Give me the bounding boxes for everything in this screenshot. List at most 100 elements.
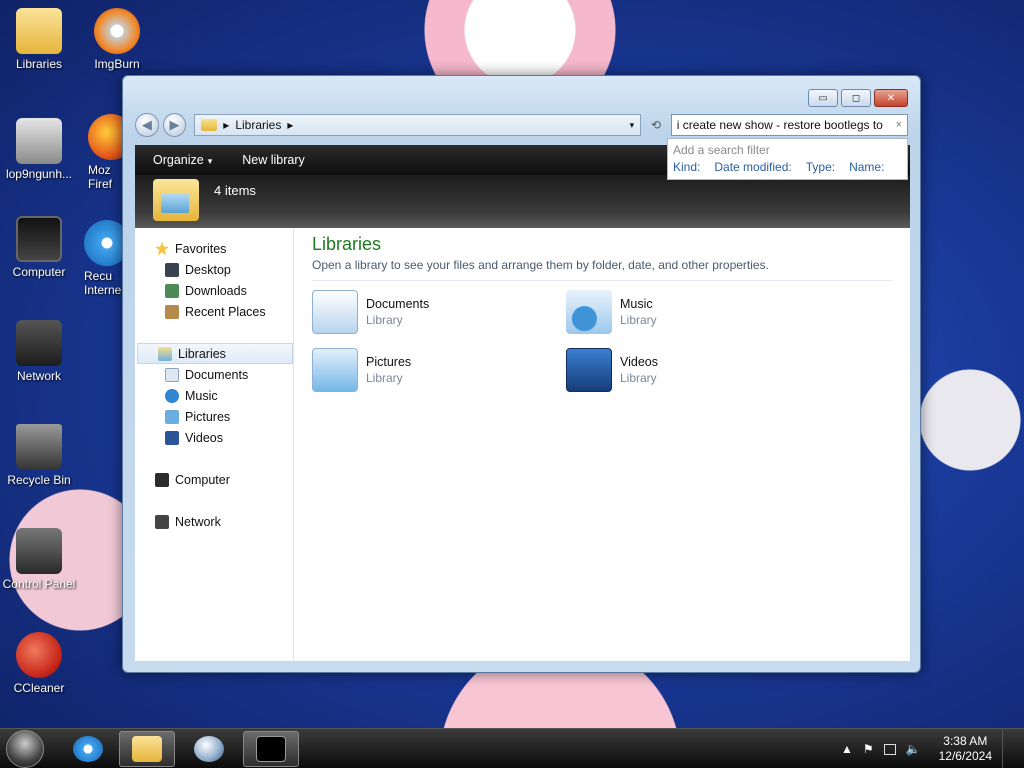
library-name: Videos xyxy=(620,355,658,369)
recycle-bin-icon xyxy=(16,424,62,470)
music-library-icon xyxy=(566,290,612,334)
desktop-icon-lop9ngunh[interactable]: lop9ngunh... xyxy=(0,118,78,181)
desktop-icon-ie[interactable]: Recu Interne xyxy=(84,220,122,297)
desktop-icon-control-panel[interactable]: Control Panel xyxy=(0,528,78,591)
library-documents[interactable]: Documents Library xyxy=(312,289,566,335)
filter-kind[interactable]: Kind: xyxy=(673,160,700,174)
volume-muted-icon[interactable]: 🔈 xyxy=(906,742,921,756)
desktop-icon-label: lop9ngunh... xyxy=(5,167,73,181)
internet-explorer-icon xyxy=(73,736,103,762)
close-button[interactable]: ✕ xyxy=(874,89,908,107)
network-icon xyxy=(16,320,62,366)
desktop-icon-recycle-bin[interactable]: Recycle Bin xyxy=(0,424,78,487)
computer-icon xyxy=(16,216,62,262)
filter-date-modified[interactable]: Date modified: xyxy=(714,160,791,174)
videos-icon xyxy=(165,430,179,445)
show-hidden-icons-button[interactable]: ▲ xyxy=(841,742,853,756)
taskbar-command-prompt[interactable] xyxy=(243,731,299,767)
control-panel-icon xyxy=(16,528,62,574)
minimize-button[interactable]: ▭ xyxy=(808,89,838,107)
taskbar: ▲ ⚑ 🔈 3:38 AM 12/6/2024 xyxy=(0,728,1024,768)
clock[interactable]: 3:38 AM 12/6/2024 xyxy=(939,734,992,764)
nav-label: Desktop xyxy=(185,262,231,277)
library-type: Library xyxy=(620,371,657,385)
desktop-icon-label: Recycle Bin xyxy=(7,473,71,487)
nav-music[interactable]: Music xyxy=(135,385,293,406)
clock-time: 3:38 AM xyxy=(943,734,988,748)
nav-desktop[interactable]: Desktop xyxy=(135,259,293,280)
desktop-icon-network[interactable]: Network xyxy=(0,320,78,383)
library-pictures[interactable]: Pictures Library xyxy=(312,347,566,393)
videos-library-icon xyxy=(566,348,612,392)
organize-button[interactable]: Organize ▾ xyxy=(153,153,212,167)
address-bar[interactable]: ▸ Libraries ▸ ▾ xyxy=(194,114,642,136)
nav-label: Pictures xyxy=(185,409,231,424)
search-filter-hint: Add a search filter xyxy=(673,143,770,157)
clock-date: 12/6/2024 xyxy=(938,749,992,763)
nav-pictures[interactable]: Pictures xyxy=(135,406,293,427)
nav-computer[interactable]: Computer xyxy=(135,469,293,490)
caption-buttons: ▭ ◻ ✕ xyxy=(808,89,908,107)
nav-label: Downloads xyxy=(185,283,247,298)
file-list: Libraries Open a library to see your fil… xyxy=(294,228,910,661)
library-name: Documents xyxy=(366,297,430,311)
nav-network[interactable]: Network xyxy=(135,511,293,532)
nav-libraries[interactable]: Libraries xyxy=(137,343,293,364)
library-grid: Documents Library Music Library Pictures Li… xyxy=(312,289,892,393)
nav-recent-places[interactable]: Recent Places xyxy=(135,301,293,322)
downloads-icon xyxy=(165,283,179,298)
computer-icon xyxy=(155,472,169,487)
action-center-flag-icon[interactable]: ⚑ xyxy=(863,742,874,756)
taskbar-media-player[interactable] xyxy=(181,731,237,767)
nav-label: Recent Places xyxy=(185,304,266,319)
refresh-button[interactable]: ⟲ xyxy=(645,114,667,136)
recent-places-icon xyxy=(165,304,179,319)
nav-videos[interactable]: Videos xyxy=(135,427,293,448)
desktop-icon-libraries[interactable]: Libraries xyxy=(0,8,78,71)
address-segment-libraries[interactable]: Libraries xyxy=(235,118,281,132)
taskbar-explorer[interactable] xyxy=(119,731,175,767)
desktop-icon-ccleaner[interactable]: CCleaner xyxy=(0,632,78,695)
nav-label: Documents xyxy=(185,367,249,382)
pictures-library-icon xyxy=(312,348,358,392)
address-dropdown-icon[interactable]: ▾ xyxy=(630,120,635,131)
desktop-icon xyxy=(165,262,179,277)
documents-library-icon xyxy=(312,290,358,334)
filter-name[interactable]: Name: xyxy=(849,160,884,174)
filter-type[interactable]: Type: xyxy=(806,160,835,174)
nav-label: Computer xyxy=(175,472,230,487)
nav-documents[interactable]: Documents xyxy=(135,364,293,385)
start-button[interactable] xyxy=(6,730,44,768)
internet-explorer-icon xyxy=(84,220,122,266)
search-box[interactable]: × xyxy=(670,114,908,136)
network-tray-icon[interactable] xyxy=(883,743,896,755)
system-tray: ▲ ⚑ 🔈 3:38 AM 12/6/2024 xyxy=(841,729,1024,768)
command-prompt-icon xyxy=(256,736,286,762)
show-desktop-button[interactable] xyxy=(1002,729,1014,768)
library-music[interactable]: Music Library xyxy=(566,289,820,335)
pictures-icon xyxy=(165,409,179,424)
explorer-window[interactable]: ▭ ◻ ✕ ◀ ▶ ▸ Libraries ▸ ▾ ⟲ × Add a sear… xyxy=(122,75,921,673)
clear-search-icon[interactable]: × xyxy=(896,119,902,131)
back-button[interactable]: ◀ xyxy=(135,113,159,137)
library-type: Library xyxy=(620,313,657,327)
page-subtitle: Open a library to see your files and arr… xyxy=(312,258,892,281)
desktop-icon-imgburn[interactable]: ImgBurn xyxy=(78,8,156,71)
maximize-button[interactable]: ◻ xyxy=(841,89,871,107)
new-library-button[interactable]: New library xyxy=(242,153,305,167)
taskbar-ie[interactable] xyxy=(60,731,116,767)
desktop-icon-firefox[interactable]: Moz Firef xyxy=(88,114,122,191)
network-icon xyxy=(155,514,169,529)
navigation-bar: ◀ ▶ ▸ Libraries ▸ ▾ ⟲ × xyxy=(135,112,908,138)
search-input[interactable] xyxy=(676,118,892,132)
desktop-icon-label: CCleaner xyxy=(13,681,65,695)
desktop-icon-computer[interactable]: Computer xyxy=(0,216,78,279)
nav-favorites[interactable]: Favorites xyxy=(135,238,293,259)
address-separator[interactable]: ▸ xyxy=(223,118,229,132)
ccleaner-icon xyxy=(16,632,62,678)
address-separator[interactable]: ▸ xyxy=(287,118,293,132)
nav-downloads[interactable]: Downloads xyxy=(135,280,293,301)
chevron-down-icon: ▾ xyxy=(207,156,213,166)
library-videos[interactable]: Videos Library xyxy=(566,347,820,393)
forward-button[interactable]: ▶ xyxy=(162,113,187,137)
